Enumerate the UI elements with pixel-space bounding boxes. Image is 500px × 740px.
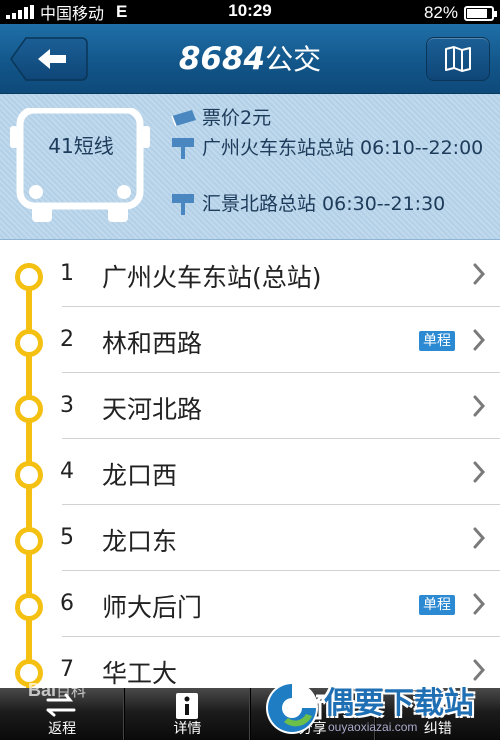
title-brand: 8684: [178, 41, 266, 77]
stop-number: 3: [60, 393, 74, 418]
nav-bar: 8684公交: [0, 24, 500, 94]
stop-name: 林和西路: [102, 329, 203, 358]
signal-strength-icon: [6, 5, 34, 19]
map-button[interactable]: [426, 37, 490, 81]
stop-node-icon: [15, 329, 43, 357]
stop-item[interactable]: 4 龙口西: [0, 439, 500, 505]
baidu-watermark: Bai百科: [28, 680, 87, 700]
site-logo-icon: [266, 682, 318, 734]
network-type: E: [116, 2, 128, 21]
stop-node-icon: [15, 527, 43, 555]
stop-name: 师大后门: [102, 593, 203, 622]
bus-icon: [10, 108, 150, 222]
stop-item[interactable]: 6 师大后门 单程: [0, 571, 500, 637]
start-terminal-text: 广州火车东站总站 06:10--22:00: [202, 137, 484, 159]
start-terminal-line: 广州火车东站总站 06:10--22:00: [170, 136, 500, 160]
chevron-right-icon: [473, 461, 486, 483]
page-title: 8684公交: [0, 38, 500, 78]
route-name: 41短线: [48, 134, 114, 158]
stop-name: 广州火车东站(总站): [102, 263, 322, 292]
chevron-right-icon: [473, 593, 486, 615]
chevron-right-icon: [473, 263, 486, 285]
fare-text: 票价2元: [202, 107, 272, 129]
info-icon: [176, 693, 199, 719]
stop-name: 龙口西: [102, 461, 178, 490]
stop-node-icon: [15, 263, 43, 291]
bus-stop-sign-icon: [172, 194, 194, 215]
stop-list: 1 广州火车东站(总站) 2 林和西路 单程 3 天河北路 4 龙口西 5 龙口东 6 师大后门 单程 7 华…: [0, 241, 500, 688]
stop-number: 1: [60, 261, 74, 286]
tab-label: 详情: [173, 721, 202, 737]
fare-line: 票价2元: [170, 106, 500, 130]
stop-node-icon: [15, 461, 43, 489]
status-bar: 中国移动 E 10:29 82%: [0, 0, 500, 24]
battery-percent: 82%: [423, 3, 458, 22]
stop-number: 5: [60, 525, 74, 550]
route-info-panel: 41短线 票价2元 广州火车东站总站 06:10--22:00 汇景北路总站 0…: [0, 94, 500, 240]
chevron-right-icon: [473, 395, 486, 417]
site-watermark: 偶要下载站 ouyaoxiazai.com: [262, 676, 498, 740]
stop-number: 2: [60, 327, 74, 352]
stop-name: 华工大: [102, 659, 178, 688]
stop-item[interactable]: 1 广州火车东站(总站): [0, 241, 500, 307]
stop-item[interactable]: 3 天河北路: [0, 373, 500, 439]
one-way-badge: 单程: [419, 331, 455, 351]
stop-item[interactable]: 5 龙口东: [0, 505, 500, 571]
map-icon: [445, 46, 471, 72]
stop-name: 天河北路: [102, 395, 203, 424]
end-terminal-text: 汇景北路总站 06:30--21:30: [202, 193, 446, 215]
stop-number: 7: [60, 657, 74, 682]
battery-icon: [464, 5, 497, 21]
stop-node-icon: [15, 593, 43, 621]
stop-name: 龙口东: [102, 527, 178, 556]
bus-stop-sign-icon: [172, 138, 194, 159]
stop-node-icon: [15, 395, 43, 423]
stop-number: 6: [60, 591, 74, 616]
carrier-name: 中国移动: [40, 4, 105, 23]
chevron-right-icon: [473, 527, 486, 549]
chevron-right-icon: [473, 329, 486, 351]
end-terminal-line: 汇景北路总站 06:30--21:30: [170, 192, 500, 216]
battery-indicator: 82%: [423, 3, 497, 23]
tab-details[interactable]: 详情: [125, 688, 251, 740]
one-way-badge: 单程: [419, 595, 455, 615]
title-suffix: 公交: [265, 43, 322, 76]
stop-item[interactable]: 2 林和西路 单程: [0, 307, 500, 373]
stop-number: 4: [60, 459, 74, 484]
ticket-icon: [171, 110, 196, 127]
tab-label: 返程: [48, 721, 77, 737]
